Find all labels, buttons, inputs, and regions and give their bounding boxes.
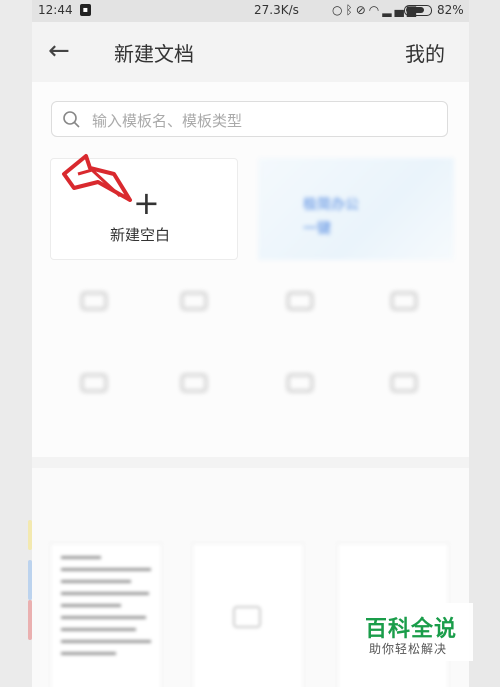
brand-watermark: 百科全说 助你轻松解决 xyxy=(349,603,473,661)
template-category-item[interactable] xyxy=(250,292,350,362)
template-icon xyxy=(81,292,107,310)
template-icon xyxy=(181,374,207,392)
template-thumbnail[interactable] xyxy=(50,543,162,687)
banner-line-2: 一键 xyxy=(303,221,331,237)
bluetooth-icon: ᛒ xyxy=(345,3,356,17)
watermark-tagline: 助你轻松解决 xyxy=(369,642,448,656)
page-title: 新建文档 xyxy=(114,42,194,66)
template-category-item[interactable] xyxy=(354,374,454,444)
template-thumbnail[interactable] xyxy=(192,543,304,687)
template-icon xyxy=(391,374,417,392)
template-category-item[interactable] xyxy=(144,374,244,444)
new-blank-label: 新建空白 xyxy=(110,226,171,244)
blank-doc-icon xyxy=(233,606,261,628)
back-arrow-icon[interactable]: ← xyxy=(48,36,70,66)
left-gutter xyxy=(0,0,32,687)
template-category-item[interactable] xyxy=(354,292,454,362)
search-placeholder: 输入模板名、模板类型 xyxy=(92,112,243,130)
template-icon xyxy=(287,374,313,392)
mute-icon: ⊘ xyxy=(355,3,369,17)
template-icon xyxy=(391,292,417,310)
title-bar: ← 新建文档 我的 xyxy=(32,22,469,80)
wifi-icon: ◠ xyxy=(368,3,383,17)
status-bar: 12:44 ▪ 27.3K/s ○ᛒ⊘◠▂▄▆ 82% xyxy=(32,0,469,22)
promo-banner[interactable]: 极简办公 一键 xyxy=(258,158,454,260)
app-notification-icon: ▪ xyxy=(80,4,91,16)
template-category-item[interactable] xyxy=(250,374,350,444)
watermark-brand: 百科全说 xyxy=(365,617,458,642)
template-category-item[interactable] xyxy=(44,292,144,362)
battery-level-fill xyxy=(406,7,424,13)
template-category-item[interactable] xyxy=(144,292,244,362)
search-icon xyxy=(63,111,80,128)
search-input[interactable]: 输入模板名、模板类型 xyxy=(51,101,448,137)
template-category-item[interactable] xyxy=(44,374,144,444)
battery-icon xyxy=(404,5,432,16)
network-speed: 27.3K/s xyxy=(254,3,299,17)
right-gutter xyxy=(469,0,500,687)
status-time: 12:44 xyxy=(38,3,73,17)
battery-percent: 82% xyxy=(437,3,464,17)
red-arrow-annotation-icon xyxy=(62,154,132,202)
banner-line-1: 极简办公 xyxy=(303,197,359,213)
alarm-icon: ○ xyxy=(332,3,346,17)
template-icon xyxy=(287,292,313,310)
mine-button[interactable]: 我的 xyxy=(405,38,445,67)
template-card: 输入模板名、模板类型 + 新建空白 极简办公 一键 xyxy=(32,82,469,457)
phone-screen: 12:44 ▪ 27.3K/s ○ᛒ⊘◠▂▄▆ 82% ← 新建文档 我的 输入… xyxy=(32,0,469,687)
template-icon xyxy=(181,292,207,310)
template-icon xyxy=(81,374,107,392)
